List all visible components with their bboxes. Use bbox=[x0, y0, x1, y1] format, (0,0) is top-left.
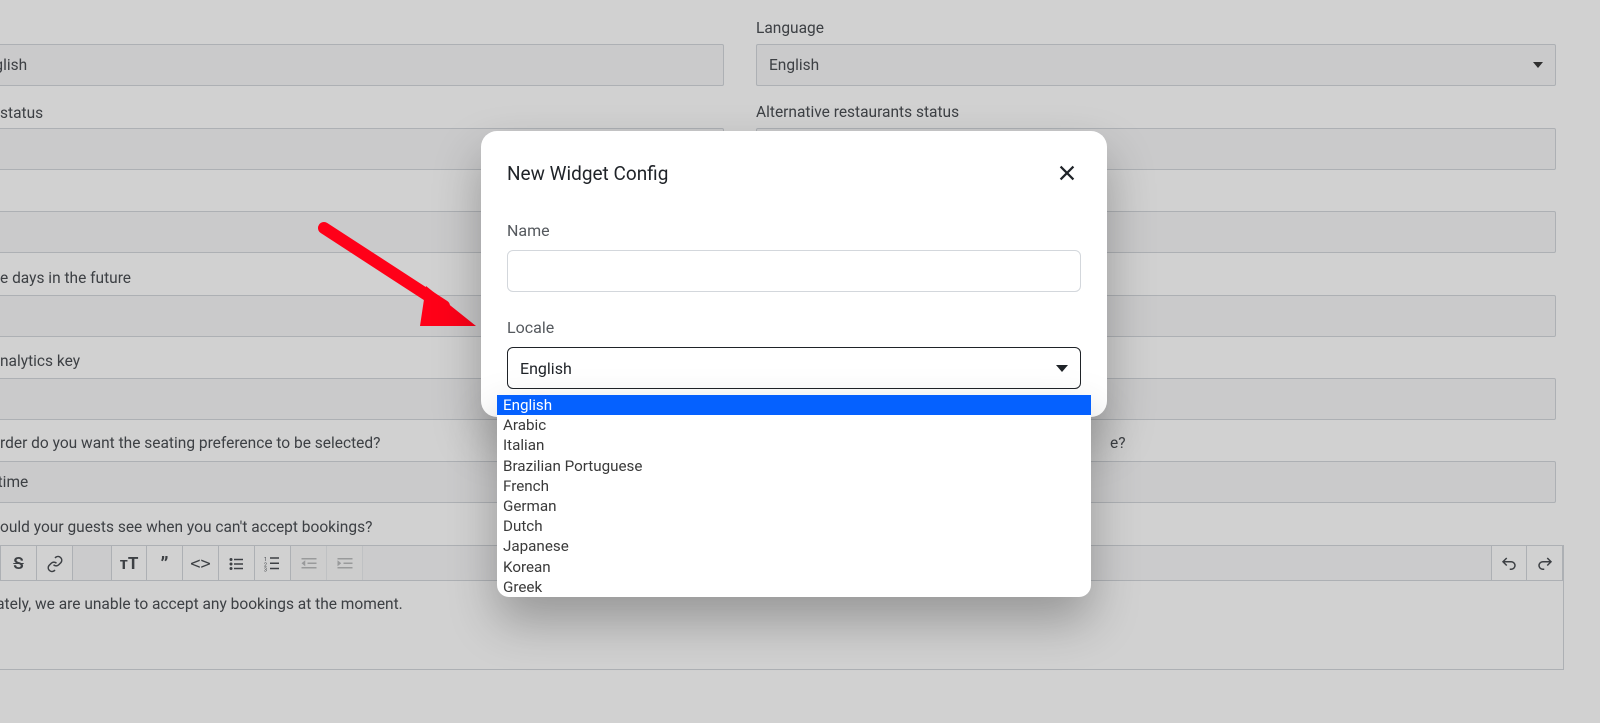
modal-title: New Widget Config bbox=[507, 162, 668, 185]
locale-option[interactable]: Korean bbox=[497, 557, 1091, 577]
locale-option[interactable]: English bbox=[497, 395, 1091, 415]
locale-label: Locale bbox=[507, 318, 1081, 337]
locale-option[interactable]: Italian bbox=[497, 435, 1091, 455]
locale-option[interactable]: Dutch bbox=[497, 516, 1091, 536]
locale-option[interactable]: Greek bbox=[497, 577, 1091, 597]
locale-option[interactable]: French bbox=[497, 476, 1091, 496]
new-widget-config-modal: New Widget Config Name Locale English En… bbox=[481, 131, 1107, 417]
locale-option[interactable]: Japanese bbox=[497, 536, 1091, 556]
locale-dropdown[interactable]: EnglishArabicItalianBrazilian Portuguese… bbox=[497, 395, 1091, 597]
locale-option[interactable]: Arabic bbox=[497, 415, 1091, 435]
locale-select-value: English bbox=[520, 359, 572, 378]
locale-option[interactable]: Brazilian Portuguese bbox=[497, 456, 1091, 476]
close-icon[interactable] bbox=[1053, 159, 1081, 187]
name-input[interactable] bbox=[507, 250, 1081, 292]
locale-option[interactable]: German bbox=[497, 496, 1091, 516]
locale-select[interactable]: English bbox=[507, 347, 1081, 389]
chevron-down-icon bbox=[1056, 365, 1068, 372]
name-label: Name bbox=[507, 221, 1081, 240]
